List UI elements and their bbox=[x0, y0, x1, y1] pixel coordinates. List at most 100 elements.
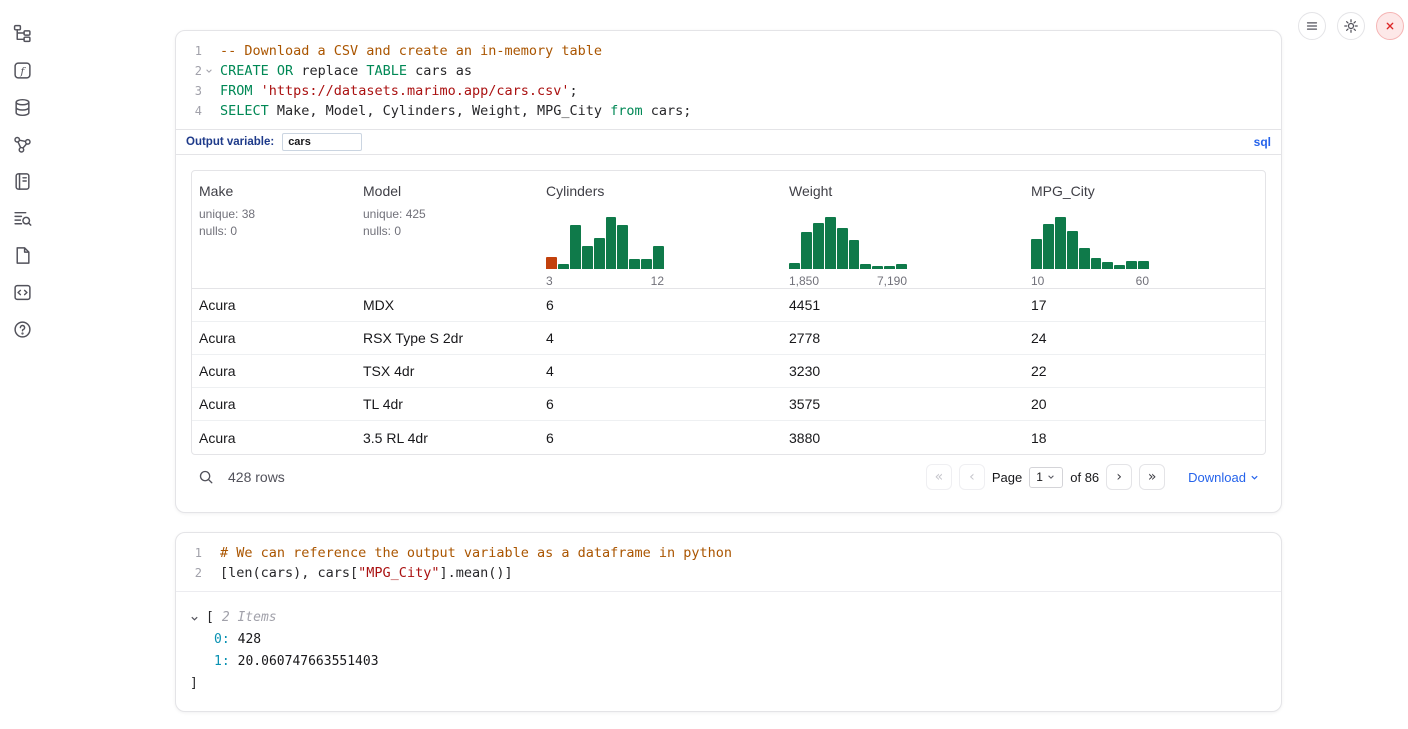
axis-max-label: 7,190 bbox=[877, 274, 907, 288]
scratchpad-icon[interactable]: f bbox=[12, 60, 32, 80]
column-stat-nulls: nulls: 0 bbox=[199, 223, 356, 240]
column-header-weight[interactable]: Weight bbox=[789, 183, 1024, 199]
language-badge: sql bbox=[1254, 135, 1271, 149]
cell-mpg-city: 22 bbox=[1024, 363, 1265, 379]
cell-cylinders: 6 bbox=[539, 430, 782, 446]
sql-cell-output: Make unique: 38 nulls: 0 Model unique: 4… bbox=[176, 155, 1281, 499]
table-row[interactable]: Acura RSX Type S 2dr 4 2778 24 bbox=[192, 322, 1265, 355]
code-string: 'https://datasets.marimo.app/cars.csv' bbox=[261, 83, 570, 99]
axis-min-label: 10 bbox=[1031, 274, 1044, 288]
row-count: 428 rows bbox=[228, 469, 285, 485]
cylinders-histogram bbox=[546, 217, 664, 269]
next-page-icon[interactable]: › bbox=[1106, 464, 1132, 490]
histogram-bar bbox=[789, 263, 800, 269]
sql-code-editor[interactable]: 1 -- Download a CSV and create an in-mem… bbox=[176, 31, 1281, 129]
code-comment: -- Download a CSV and create an in-memor… bbox=[220, 43, 602, 59]
python-code-editor[interactable]: 1 # We can reference the output variable… bbox=[176, 533, 1281, 591]
column-header-cylinders[interactable]: Cylinders bbox=[546, 183, 782, 199]
output-variable-bar: Output variable: sql bbox=[176, 129, 1281, 155]
table-row[interactable]: Acura TL 4dr 6 3575 20 bbox=[192, 388, 1265, 421]
column-stat-unique: unique: 38 bbox=[199, 206, 356, 223]
line-number: 2 bbox=[176, 61, 202, 81]
page-total: of 86 bbox=[1070, 470, 1099, 485]
datasources-icon[interactable] bbox=[12, 97, 32, 117]
table-row[interactable]: Acura 3.5 RL 4dr 6 3880 18 bbox=[192, 421, 1265, 454]
axis-min-label: 1,850 bbox=[789, 274, 819, 288]
output-variable-input[interactable] bbox=[282, 133, 362, 151]
first-page-icon[interactable]: « bbox=[926, 464, 952, 490]
fold-chevron-icon[interactable] bbox=[202, 61, 216, 81]
histogram-bar bbox=[896, 264, 907, 269]
prev-page-icon[interactable]: ‹ bbox=[959, 464, 985, 490]
page-select[interactable]: 1 bbox=[1029, 467, 1063, 488]
histogram-bar bbox=[1102, 262, 1113, 269]
list-item: 0: 428 bbox=[190, 629, 1265, 651]
page-value: 1 bbox=[1036, 470, 1043, 484]
histogram-bar bbox=[849, 240, 860, 269]
cell-model: RSX Type S 2dr bbox=[356, 330, 539, 346]
collapse-icon[interactable] bbox=[190, 614, 202, 623]
column-header-model[interactable]: Model bbox=[363, 183, 539, 199]
code-line: 3 FROM 'https://datasets.marimo.app/cars… bbox=[176, 81, 1281, 101]
line-number: 2 bbox=[176, 563, 202, 583]
table-footer: 428 rows « ‹ Page 1 of 86 › » Download bbox=[191, 455, 1266, 499]
close-icon[interactable] bbox=[1376, 12, 1404, 40]
histogram-bar bbox=[825, 217, 836, 269]
histogram-bar bbox=[1055, 217, 1066, 269]
output-variable-label: Output variable: bbox=[186, 136, 274, 148]
close-bracket: ] bbox=[190, 673, 198, 695]
code-string: "MPG_City" bbox=[358, 565, 439, 581]
data-table: Make unique: 38 nulls: 0 Model unique: 4… bbox=[191, 170, 1266, 455]
axis-max-label: 12 bbox=[651, 274, 664, 288]
documentation-icon[interactable] bbox=[12, 245, 32, 265]
table-header: Make unique: 38 nulls: 0 Model unique: 4… bbox=[192, 171, 1265, 289]
line-number: 3 bbox=[176, 81, 202, 101]
sidebar: f bbox=[0, 0, 44, 729]
histogram-bar bbox=[582, 246, 593, 269]
histogram-bar bbox=[837, 228, 848, 269]
histogram-bar bbox=[872, 266, 883, 269]
notebook-icon[interactable] bbox=[12, 171, 32, 191]
code-line: 4 SELECT Make, Model, Cylinders, Weight,… bbox=[176, 101, 1281, 121]
cell-cylinders: 4 bbox=[539, 363, 782, 379]
cell-mpg-city: 20 bbox=[1024, 396, 1265, 412]
cell-weight: 3880 bbox=[782, 430, 1024, 446]
items-count: 2 Items bbox=[222, 607, 277, 629]
axis-min-label: 3 bbox=[546, 274, 553, 288]
histogram-bar bbox=[629, 259, 640, 269]
dependency-graph-icon[interactable] bbox=[12, 134, 32, 154]
histogram-bar bbox=[1091, 258, 1102, 269]
histogram-bar bbox=[606, 217, 617, 269]
histogram-bar bbox=[594, 238, 605, 269]
list-item: 1: 20.060747663551403 bbox=[190, 651, 1265, 673]
column-header-mpg-city[interactable]: MPG_City bbox=[1031, 183, 1265, 199]
cell-mpg-city: 18 bbox=[1024, 430, 1265, 446]
gear-icon[interactable] bbox=[1337, 12, 1365, 40]
column-header-make[interactable]: Make bbox=[199, 183, 356, 199]
snippets-icon[interactable] bbox=[12, 282, 32, 302]
axis-max-label: 60 bbox=[1136, 274, 1149, 288]
item-key: 1: bbox=[214, 651, 230, 673]
help-icon[interactable] bbox=[12, 319, 32, 339]
search-icon[interactable] bbox=[198, 468, 216, 486]
cell-make: Acura bbox=[192, 330, 356, 346]
histogram-bar bbox=[1031, 239, 1042, 269]
download-button[interactable]: Download bbox=[1188, 470, 1259, 485]
file-tree-icon[interactable] bbox=[12, 23, 32, 43]
column-stat-nulls: nulls: 0 bbox=[363, 223, 539, 240]
code-line: 1 # We can reference the output variable… bbox=[176, 543, 1281, 563]
svg-text:f: f bbox=[19, 65, 26, 77]
histogram-bar bbox=[860, 264, 871, 269]
table-row[interactable]: Acura TSX 4dr 4 3230 22 bbox=[192, 355, 1265, 388]
code-line: 1 -- Download a CSV and create an in-mem… bbox=[176, 41, 1281, 61]
cell-cylinders: 6 bbox=[539, 396, 782, 412]
histogram-bar bbox=[1114, 265, 1125, 269]
table-row[interactable]: Acura MDX 6 4451 17 bbox=[192, 289, 1265, 322]
histogram-bar bbox=[653, 246, 664, 269]
logs-icon[interactable] bbox=[12, 208, 32, 228]
python-output-tree: [ 2 Items 0: 428 1: 20.060747663551403 ] bbox=[176, 591, 1281, 695]
page-label: Page bbox=[992, 470, 1022, 485]
code-line: 2 [len(cars), cars["MPG_City"].mean()] bbox=[176, 563, 1281, 583]
menu-icon[interactable] bbox=[1298, 12, 1326, 40]
last-page-icon[interactable]: » bbox=[1139, 464, 1165, 490]
